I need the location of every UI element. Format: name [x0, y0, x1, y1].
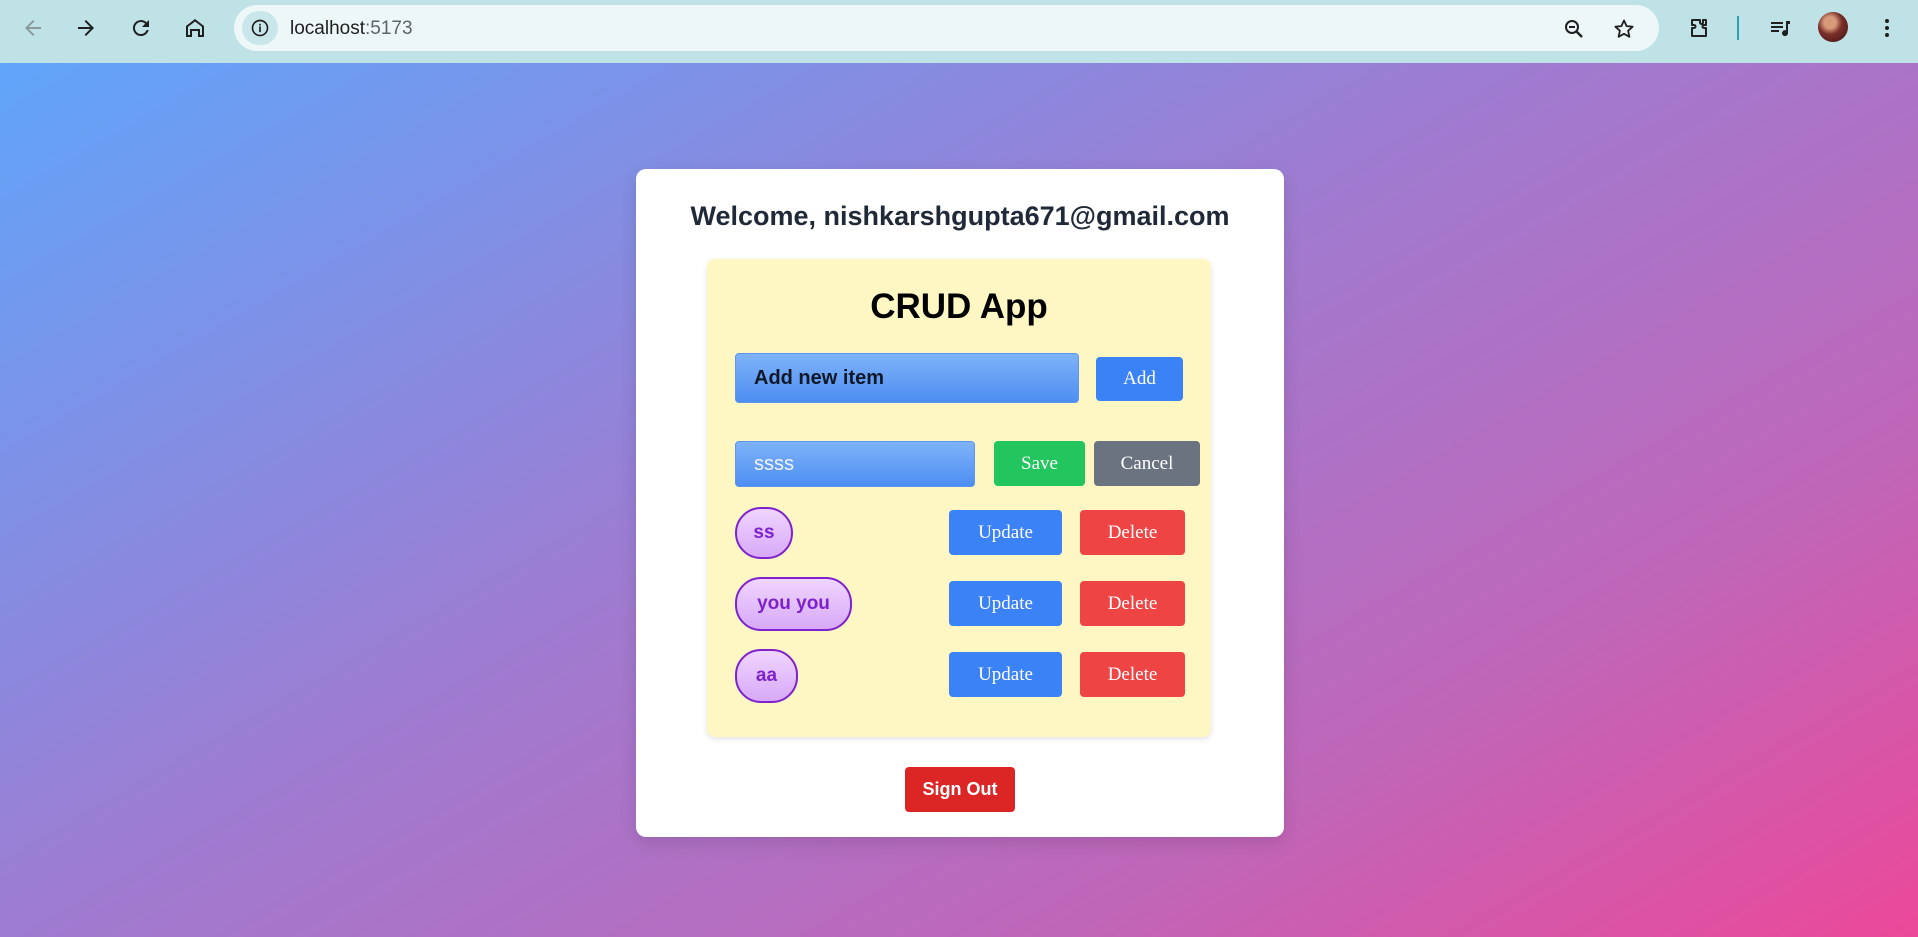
- crud-panel: CRUD App Add new item Add ssss Save Canc…: [707, 259, 1211, 737]
- crud-title: CRUD App: [870, 287, 1048, 326]
- more-menu-icon[interactable]: [1871, 12, 1903, 44]
- main-card: Welcome, nishkarshgupta671@gmail.com CRU…: [636, 169, 1284, 837]
- url-port: :5173: [365, 18, 413, 39]
- edit-item-input[interactable]: ssss: [735, 441, 975, 487]
- delete-button[interactable]: Delete: [1080, 581, 1185, 626]
- url-host: localhost: [290, 18, 365, 39]
- media-controls-icon[interactable]: [1764, 12, 1796, 44]
- browser-toolbar: localhost:5173: [0, 0, 1918, 63]
- zoom-icon[interactable]: [1561, 16, 1587, 42]
- forward-icon[interactable]: [70, 12, 102, 44]
- back-icon[interactable]: [17, 12, 49, 44]
- site-info-icon[interactable]: [242, 11, 278, 45]
- page-background: Welcome, nishkarshgupta671@gmail.com CRU…: [0, 63, 1918, 937]
- cancel-button[interactable]: Cancel: [1094, 441, 1200, 486]
- welcome-heading: Welcome, nishkarshgupta671@gmail.com: [690, 201, 1230, 231]
- delete-button[interactable]: Delete: [1080, 652, 1185, 697]
- add-button[interactable]: Add: [1096, 357, 1183, 401]
- list-item: you you: [735, 577, 852, 631]
- sign-out-button[interactable]: Sign Out: [905, 767, 1015, 812]
- toolbar-separator: [1737, 16, 1739, 40]
- update-button[interactable]: Update: [949, 510, 1062, 555]
- extensions-icon[interactable]: [1683, 12, 1715, 44]
- list-item: ss: [735, 507, 793, 559]
- home-icon[interactable]: [179, 12, 211, 44]
- save-button[interactable]: Save: [994, 441, 1085, 486]
- profile-avatar[interactable]: [1818, 12, 1848, 42]
- update-button[interactable]: Update: [949, 581, 1062, 626]
- bookmark-star-icon[interactable]: [1611, 16, 1637, 42]
- delete-button[interactable]: Delete: [1080, 510, 1185, 555]
- update-button[interactable]: Update: [949, 652, 1062, 697]
- list-item: aa: [735, 649, 798, 703]
- add-item-input[interactable]: Add new item: [735, 353, 1079, 403]
- reload-icon[interactable]: [125, 12, 157, 44]
- url-text: localhost:5173: [290, 18, 413, 40]
- address-bar[interactable]: localhost:5173: [234, 5, 1659, 51]
